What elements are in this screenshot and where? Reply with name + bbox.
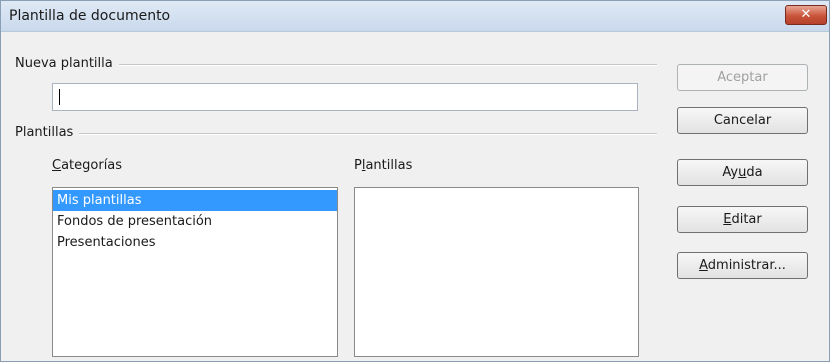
text-caret [59,89,60,105]
title-bar: Plantilla de documento ✕ [1,1,829,32]
templates-listbox[interactable] [354,187,639,357]
close-icon: ✕ [800,7,812,22]
templates-separator [15,133,657,135]
category-item[interactable]: Mis plantillas [53,190,337,211]
cancel-button[interactable]: Cancelar [677,107,808,134]
help-button[interactable]: Ayuda [677,159,808,186]
template-dialog: Plantilla de documento ✕ Nueva plantilla… [0,0,830,362]
categories-listbox[interactable]: Mis plantillas Fondos de presentación Pr… [52,187,338,357]
accept-button[interactable]: Aceptar [677,64,808,91]
templates-list-label: Plantillas [354,158,413,173]
window-title: Plantilla de documento [9,8,171,24]
new-template-label: Nueva plantilla [15,56,119,71]
templates-section-label: Plantillas [15,125,80,140]
template-name-field[interactable] [52,83,638,111]
close-button[interactable]: ✕ [785,5,827,25]
category-item[interactable]: Presentaciones [53,232,337,253]
manage-button[interactable]: Administrar... [677,252,808,279]
categories-label: Categorías [52,158,123,173]
template-name-input[interactable] [53,84,637,110]
edit-button[interactable]: Editar [677,206,808,233]
category-item[interactable]: Fondos de presentación [53,211,337,232]
